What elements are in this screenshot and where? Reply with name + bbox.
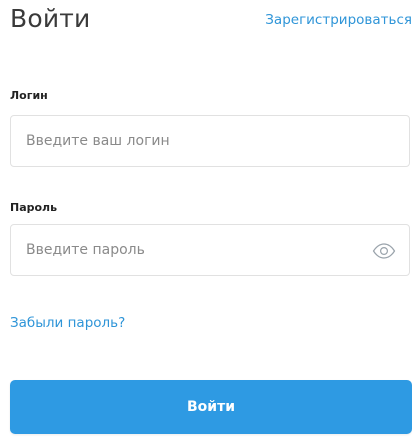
login-form: Войти Зарегистрироваться Логин Пароль За… [0, 0, 412, 438]
login-field-container [10, 115, 410, 167]
password-input[interactable] [11, 225, 409, 275]
password-label: Пароль [10, 201, 58, 214]
page-title: Войти [10, 4, 91, 33]
login-button[interactable]: Войти [10, 380, 412, 434]
login-label: Логин [10, 89, 48, 102]
password-field-container [10, 224, 410, 276]
forgot-password-link[interactable]: Забыли пароль? [10, 315, 125, 331]
eye-icon[interactable] [371, 241, 397, 261]
login-input[interactable] [11, 116, 409, 166]
register-link[interactable]: Зарегистрироваться [265, 12, 412, 28]
